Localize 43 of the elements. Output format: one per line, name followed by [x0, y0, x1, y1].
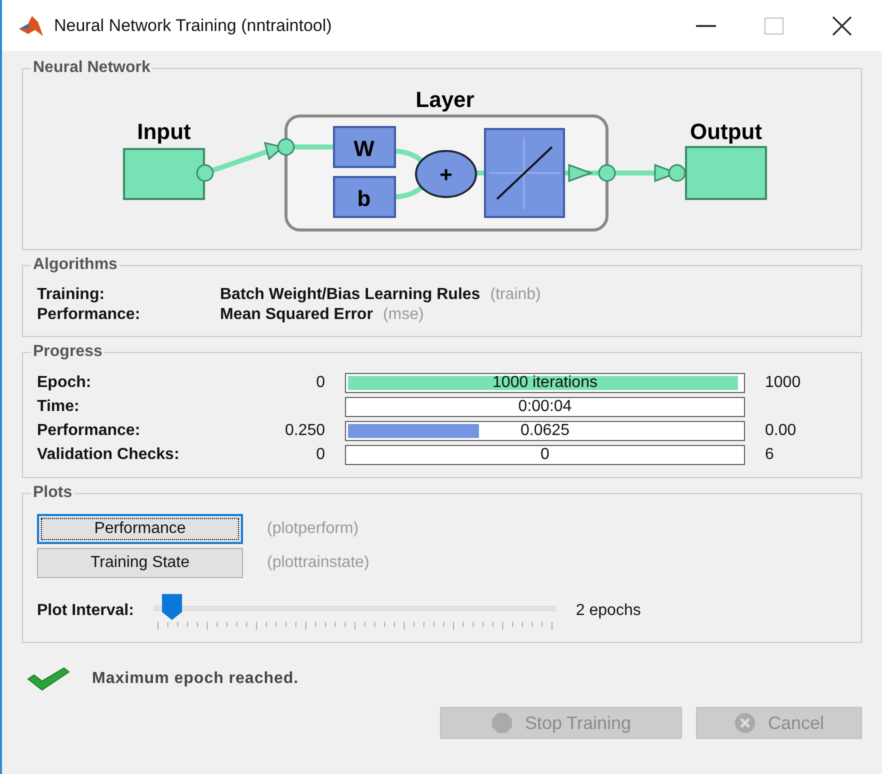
bias-block: b — [333, 176, 396, 218]
algorithm-label: Performance: — [37, 306, 142, 324]
sum-node: + — [415, 150, 477, 198]
algorithm-value: Batch Weight/Bias Learning Rules — [220, 286, 480, 304]
algorithm-value: Mean Squared Error — [220, 306, 373, 324]
window-title: Neural Network Training (nntraintool) — [54, 16, 333, 36]
max-value: 6 — [765, 446, 774, 463]
function-name: (plotperform) — [267, 520, 359, 538]
checkmark-icon — [26, 667, 70, 691]
panel-title: Plots — [32, 484, 74, 502]
min-value: 0 — [316, 446, 325, 463]
plot-button[interactable]: Performance — [37, 514, 243, 544]
interval-slider[interactable] — [154, 594, 556, 628]
weight-block: W — [333, 126, 396, 168]
panel-title: Algorithms — [32, 256, 118, 274]
progress-label: Validation Checks: — [37, 446, 180, 464]
close-icon[interactable] — [832, 16, 852, 36]
output-label: Output — [690, 119, 762, 144]
slider-thumb[interactable] — [162, 594, 182, 620]
min-value: 0 — [316, 374, 325, 391]
min-value: 0.250 — [284, 422, 325, 439]
panel-title: Progress — [32, 343, 104, 361]
stop-sign-icon — [490, 712, 513, 734]
app-logo-icon — [18, 14, 44, 38]
interval-value: 2 epochs — [576, 602, 641, 620]
max-value: 0.00 — [765, 422, 796, 439]
function-name: (plottrainstate) — [267, 554, 370, 572]
max-value: 1000 — [765, 374, 801, 391]
progress-label: Time: — [37, 398, 80, 416]
cancel-icon — [734, 712, 756, 734]
progress-value: 0.0625 — [520, 422, 570, 439]
function-name: (mse) — [382, 306, 424, 324]
status-message: Maximum epoch reached. — [92, 670, 299, 688]
progress-value: 1000 iterations — [492, 374, 598, 391]
algorithm-label: Training: — [37, 286, 106, 304]
progress-label: Performance: — [37, 422, 142, 440]
progress-label: Epoch: — [37, 374, 92, 392]
interval-label: Plot Interval: — [37, 602, 134, 620]
function-name: (trainb) — [490, 286, 541, 304]
plot-button[interactable]: Training State — [37, 548, 243, 578]
panel-title: Neural Network — [32, 59, 152, 77]
input-label: Input — [137, 119, 191, 144]
layer-label: Layer — [416, 87, 474, 112]
